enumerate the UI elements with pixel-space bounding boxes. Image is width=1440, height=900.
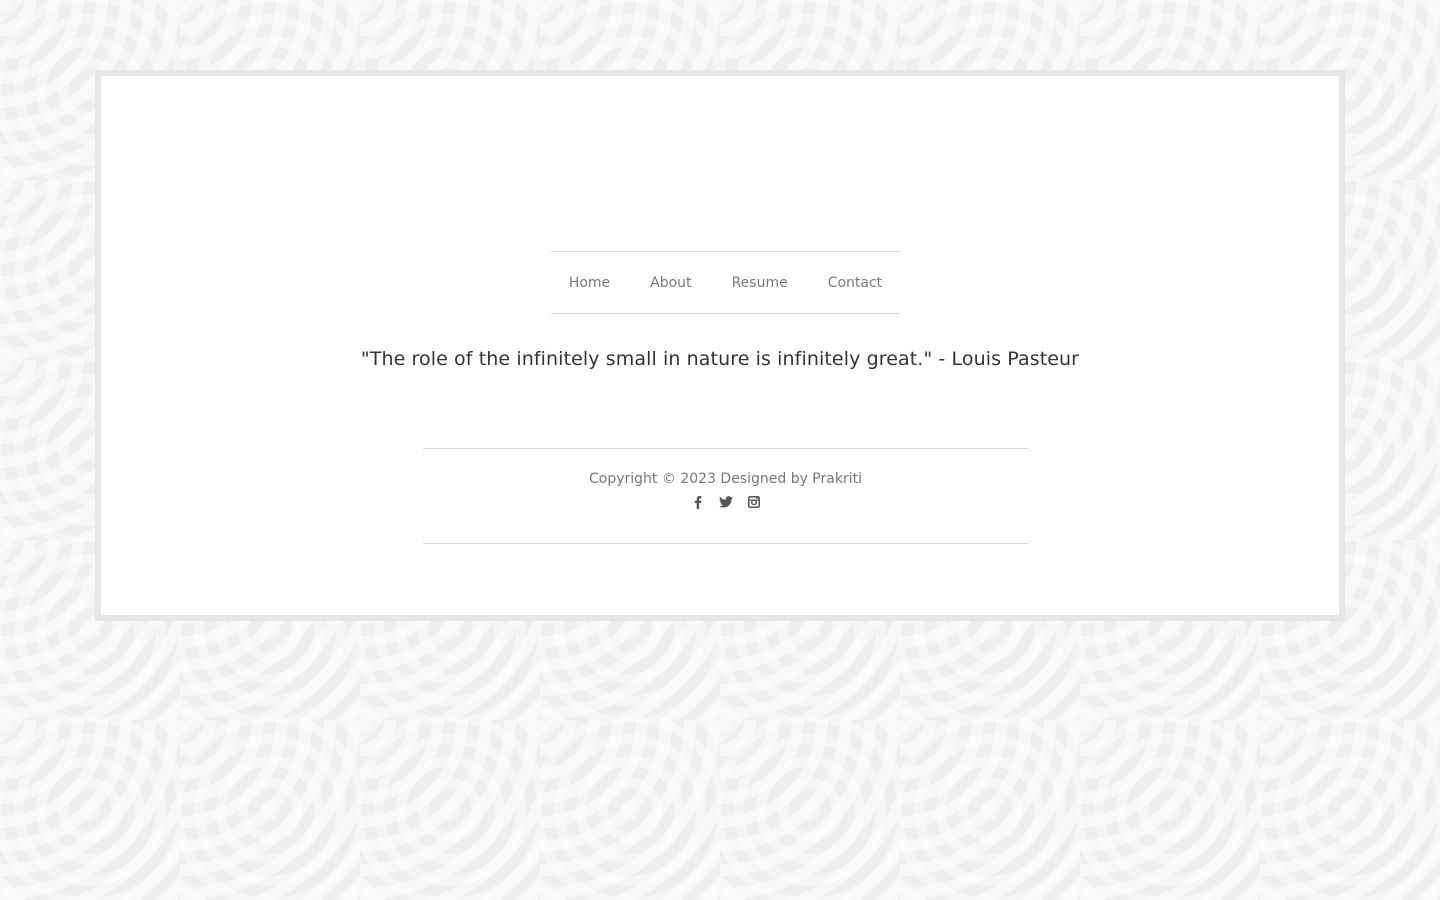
footer: Copyright © 2023 Designed by Prakriti (423, 448, 1028, 544)
nav-home[interactable]: Home (569, 275, 610, 291)
quote-text: "The role of the infinitely small in nat… (360, 348, 1080, 370)
main-nav: Home About Resume Contact (551, 251, 900, 314)
facebook-icon[interactable] (691, 495, 705, 509)
content-frame: Home About Resume Contact "The role of t… (95, 70, 1345, 621)
nav-about[interactable]: About (650, 275, 691, 291)
copyright-text: Copyright © 2023 Designed by Prakriti (589, 471, 862, 487)
instagram-icon[interactable] (747, 495, 761, 509)
nav-contact[interactable]: Contact (828, 275, 882, 291)
nav-resume[interactable]: Resume (732, 275, 788, 291)
social-links (423, 495, 1028, 509)
twitter-icon[interactable] (718, 495, 733, 509)
